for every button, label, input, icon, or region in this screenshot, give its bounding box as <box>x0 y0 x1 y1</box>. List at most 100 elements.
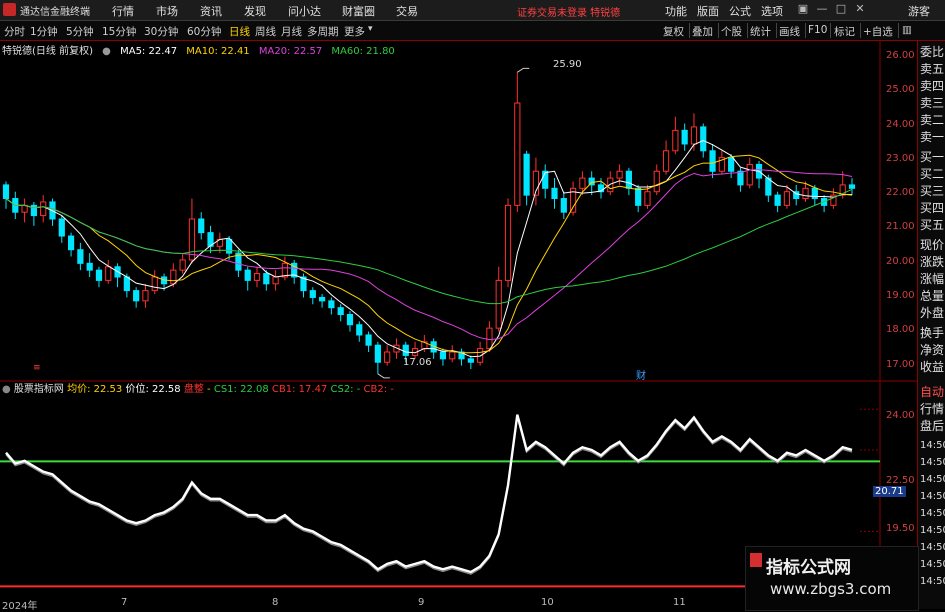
candle-body <box>551 187 558 200</box>
candle-body <box>700 126 707 152</box>
side-panhou[interactable]: 盘后 <box>920 419 944 433</box>
low-pointer <box>377 373 390 379</box>
candle-body <box>133 290 140 302</box>
tool-f10[interactable]: F10 <box>808 24 827 36</box>
candle-body <box>728 157 735 172</box>
high-pointer <box>517 67 530 73</box>
minimize-icon[interactable]: — <box>815 2 829 16</box>
indicator-tick: 22.50 <box>886 475 915 486</box>
cb2-value: CB2: - <box>363 384 394 395</box>
more-dropdown-icon[interactable]: ▾ <box>368 24 373 34</box>
candle-body <box>86 262 93 271</box>
tool-zixuan[interactable]: +自选 <box>863 24 893 39</box>
skin-icon[interactable]: ▣ <box>796 2 810 16</box>
candle-body <box>281 262 289 278</box>
tool-fuquan[interactable]: 复权 <box>663 24 684 39</box>
candle-body <box>67 235 75 251</box>
period-15min[interactable]: 15分钟 <box>102 24 136 39</box>
ma10-line <box>5 154 853 354</box>
menu-item-wenxiaoda[interactable]: 问小达 <box>288 3 321 19</box>
indicator-dot-icon: ● <box>2 384 11 395</box>
chart-canvas[interactable] <box>0 41 917 597</box>
candle-body <box>653 170 660 193</box>
period-multi[interactable]: 多周期 <box>307 24 339 39</box>
period-toolbar: 分时 1分钟 5分钟 15分钟 30分钟 60分钟 日线 周线 月线 多周期 更… <box>0 21 945 41</box>
dash-icon: - <box>207 384 211 395</box>
price-tick: 21.00 <box>886 221 915 232</box>
period-30min[interactable]: 30分钟 <box>144 24 178 39</box>
candle-body <box>272 276 279 285</box>
menu-item-hangqing[interactable]: 行情 <box>112 3 134 19</box>
candle-body <box>690 126 698 145</box>
menu-item-caifuquan[interactable]: 财富圈 <box>342 3 375 19</box>
candle-body <box>514 102 521 206</box>
side-buy2: 买二 <box>920 167 945 181</box>
candle-body <box>95 269 103 281</box>
candle-body <box>709 150 716 172</box>
price-tick: 25.00 <box>886 84 915 95</box>
side-sell3: 卖三 <box>920 96 945 110</box>
period-fenshi[interactable]: 分时 <box>4 24 25 39</box>
period-weekly[interactable]: 周线 <box>255 24 276 39</box>
candle-body <box>30 204 37 217</box>
candle-body <box>402 344 409 356</box>
avg-price: 均价: 22.53 <box>67 384 123 395</box>
side-zhangdie: 涨跌 <box>920 255 945 269</box>
tool-diejia[interactable]: 叠加 <box>692 24 713 39</box>
login-notice[interactable]: 证券交易未登录 特锐德 <box>517 4 620 19</box>
period-monthly[interactable]: 月线 <box>281 24 302 39</box>
tool-gegu[interactable]: 个股 <box>721 24 742 39</box>
menu-item-faxian[interactable]: 发现 <box>244 3 266 19</box>
divider <box>747 23 748 38</box>
menu-item-zixun[interactable]: 资讯 <box>200 3 222 19</box>
menu-item-banmian[interactable]: 版面 <box>697 3 719 19</box>
candle-body <box>77 249 84 264</box>
price-tick: 26.00 <box>886 50 915 61</box>
tool-biaoji[interactable]: 标记 <box>834 24 855 39</box>
candle-body <box>2 184 10 200</box>
side-time: 14:50 <box>920 525 945 536</box>
maximize-icon[interactable]: □ <box>834 2 848 16</box>
menu-item-shichang[interactable]: 市场 <box>156 3 178 19</box>
cb1-value: CB1: 17.47 <box>271 384 328 395</box>
divider <box>898 23 899 38</box>
price-tick: 24.00 <box>886 119 915 130</box>
close-icon[interactable]: ✕ <box>853 2 867 16</box>
side-weibi: 委比 <box>920 45 945 59</box>
candle-body <box>662 150 670 172</box>
side-hangqing[interactable]: 行情 <box>920 402 944 416</box>
period-60min[interactable]: 60分钟 <box>187 24 221 39</box>
side-time: 14:50 <box>920 491 945 502</box>
side-zidong[interactable]: 自动 <box>920 385 944 399</box>
signal-text: 盘整 <box>183 384 204 395</box>
menu-item-jiaoyi[interactable]: 交易 <box>396 3 418 19</box>
menu-item-gongneng[interactable]: 功能 <box>665 3 687 19</box>
candle-body <box>783 191 791 206</box>
candle-body <box>40 201 47 217</box>
divider <box>689 23 690 38</box>
ma60-line <box>5 188 853 305</box>
tool-tongji[interactable]: 统计 <box>750 24 771 39</box>
event-marker[interactable]: ≡ <box>33 363 41 373</box>
candle-body <box>318 296 326 302</box>
kline-chart <box>0 41 917 597</box>
candle-body <box>486 327 493 350</box>
period-more[interactable]: 更多 <box>344 24 365 39</box>
menu-item-xuanxiang[interactable]: 选项 <box>761 3 783 19</box>
guest-label[interactable]: 游客 <box>908 3 930 19</box>
price-tick: 22.00 <box>886 187 915 198</box>
tool-sidebar-icon[interactable]: ▥ <box>902 24 912 36</box>
candle-body <box>449 351 456 360</box>
period-1min[interactable]: 1分钟 <box>30 24 58 39</box>
tool-huaxian[interactable]: 画线 <box>779 24 800 39</box>
menu-item-gongshi[interactable]: 公式 <box>729 3 751 19</box>
candle-body <box>737 170 744 186</box>
period-5min[interactable]: 5分钟 <box>66 24 94 39</box>
divider <box>830 23 831 38</box>
candle-body <box>635 187 642 206</box>
app-logo-icon <box>3 3 16 16</box>
finance-marker[interactable]: 财 <box>636 367 646 382</box>
period-daily[interactable]: 日线 <box>229 24 250 39</box>
side-jingzi: 净资 <box>920 343 945 357</box>
divider <box>718 23 719 38</box>
